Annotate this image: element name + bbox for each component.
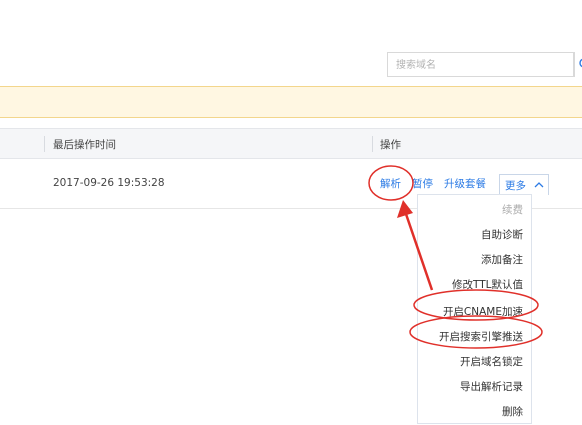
more-dropdown-menu: 续费 自助诊断 添加备注 修改TTL默认值 开启CNAME加速 开启搜索引擎推送… [417,194,532,424]
menu-item-export-records[interactable]: 导出解析记录 [460,379,523,394]
search-icon [579,58,582,68]
menu-item-add-note[interactable]: 添加备注 [481,252,523,267]
last-modified-cell: 2017-09-26 19:53:28 [53,177,165,189]
search-input[interactable] [396,58,546,72]
search-box [387,52,574,77]
menu-item-enable-seo-push[interactable]: 开启搜索引擎推送 [439,329,523,344]
menu-item-renew[interactable]: 续费 [502,202,523,217]
menu-item-enable-cname[interactable]: 开启CNAME加速 [443,304,523,319]
resolve-link[interactable]: 解析 [380,176,401,191]
chevron-up-icon [534,182,544,188]
header-last-modified: 最后操作时间 [53,139,116,151]
menu-item-self-diagnosis[interactable]: 自助诊断 [481,227,523,242]
upgrade-plan-link[interactable]: 升级套餐 [444,176,486,191]
menu-item-delete[interactable]: 删除 [502,404,523,419]
column-divider [44,136,45,152]
notice-bar [0,86,582,118]
column-divider [372,136,373,152]
menu-item-domain-lock[interactable]: 开启域名锁定 [460,354,523,369]
search-button[interactable] [574,52,582,77]
header-actions: 操作 [380,139,401,151]
table-header: 最后操作时间 操作 [0,128,582,159]
more-button[interactable]: 更多 [499,174,549,195]
pause-link[interactable]: 暂停 [412,176,433,191]
more-label: 更多 [505,180,526,192]
menu-item-modify-ttl[interactable]: 修改TTL默认值 [452,277,523,292]
